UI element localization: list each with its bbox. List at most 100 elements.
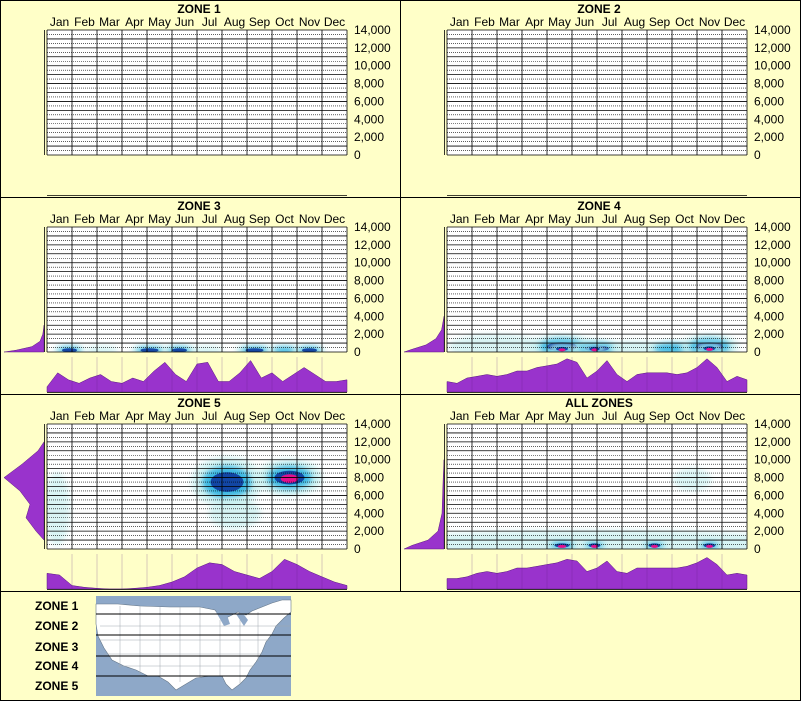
y-tick-label: 0 bbox=[754, 542, 761, 556]
y-tick-label: 14,000 bbox=[754, 220, 791, 234]
month-label: Oct bbox=[275, 15, 294, 29]
y-tick-label: 10,000 bbox=[354, 59, 391, 73]
y-tick-label: 14,000 bbox=[354, 220, 391, 234]
month-label: May bbox=[148, 15, 171, 29]
month-label: Oct bbox=[275, 212, 294, 226]
y-tick-label: 12,000 bbox=[354, 435, 391, 449]
y-tick-label: 12,000 bbox=[754, 41, 791, 55]
month-label: Apr bbox=[125, 409, 144, 423]
month-label: Jun bbox=[575, 409, 594, 423]
month-label: Feb bbox=[74, 409, 95, 423]
month-label: Sep bbox=[649, 15, 671, 29]
chart-title: ALL ZONES bbox=[565, 396, 633, 410]
month-label: Sep bbox=[649, 409, 671, 423]
month-label: Feb bbox=[474, 409, 495, 423]
month-label: Jan bbox=[450, 212, 469, 226]
y-tick-label: 2,000 bbox=[354, 327, 384, 341]
month-label: Jan bbox=[450, 409, 469, 423]
month-label: Nov bbox=[299, 15, 320, 29]
density-peak bbox=[280, 474, 299, 483]
month-label: Apr bbox=[125, 15, 144, 29]
y-tick-label: 12,000 bbox=[354, 41, 391, 55]
month-label: Mar bbox=[499, 212, 520, 226]
y-tick-label: 4,000 bbox=[354, 506, 384, 520]
y-tick-label: 12,000 bbox=[354, 238, 391, 252]
density-peak bbox=[706, 544, 713, 548]
month-label: Jan bbox=[50, 15, 69, 29]
month-label: Jun bbox=[175, 212, 194, 226]
y-tick-label: 8,000 bbox=[354, 77, 384, 91]
month-label: Dec bbox=[724, 15, 745, 29]
month-label: Nov bbox=[299, 409, 320, 423]
month-label: Apr bbox=[525, 409, 544, 423]
y-tick-label: 6,000 bbox=[354, 488, 384, 502]
month-label: Nov bbox=[699, 15, 720, 29]
month-label: Apr bbox=[125, 212, 144, 226]
y-tick-label: 8,000 bbox=[754, 471, 784, 485]
legend-zone-4: ZONE 4 bbox=[35, 659, 79, 673]
density-peak bbox=[706, 347, 713, 351]
month-label: Jun bbox=[575, 15, 594, 29]
month-label: Sep bbox=[249, 409, 271, 423]
month-label: Jun bbox=[175, 409, 194, 423]
y-tick-label: 6,000 bbox=[754, 291, 784, 305]
y-tick-label: 12,000 bbox=[754, 238, 791, 252]
month-label: Dec bbox=[324, 15, 345, 29]
density-peak bbox=[557, 544, 567, 548]
month-label: Dec bbox=[724, 409, 745, 423]
chart-title: ZONE 1 bbox=[177, 2, 221, 16]
y-tick-label: 4,000 bbox=[354, 112, 384, 126]
chart-title: ZONE 5 bbox=[177, 396, 221, 410]
y-tick-label: 6,000 bbox=[754, 488, 784, 502]
y-tick-label: 14,000 bbox=[354, 417, 391, 431]
month-label: Jul bbox=[202, 15, 217, 29]
y-tick-label: 10,000 bbox=[754, 453, 791, 467]
month-label: Jun bbox=[575, 212, 594, 226]
month-label: Apr bbox=[525, 212, 544, 226]
zone-legend: ZONE 1 ZONE 2 ZONE 3 ZONE 4 ZONE 5 bbox=[35, 596, 292, 696]
month-label: Sep bbox=[249, 15, 271, 29]
month-label: Aug bbox=[224, 212, 245, 226]
month-label: Feb bbox=[474, 212, 495, 226]
y-tick-label: 2,000 bbox=[754, 327, 784, 341]
density-peak bbox=[558, 348, 566, 352]
y-tick-label: 2,000 bbox=[354, 524, 384, 538]
month-label: Aug bbox=[624, 15, 645, 29]
y-tick-label: 8,000 bbox=[754, 77, 784, 91]
density-peak bbox=[651, 544, 658, 548]
month-label: May bbox=[148, 409, 171, 423]
month-label: Jan bbox=[50, 409, 69, 423]
month-label: Jan bbox=[50, 212, 69, 226]
month-label: Nov bbox=[699, 212, 720, 226]
month-label: Aug bbox=[624, 212, 645, 226]
month-label: Dec bbox=[724, 212, 745, 226]
y-tick-label: 4,000 bbox=[754, 506, 784, 520]
month-label: Feb bbox=[474, 15, 495, 29]
y-tick-label: 10,000 bbox=[354, 256, 391, 270]
month-label: Oct bbox=[675, 15, 694, 29]
y-tick-label: 0 bbox=[754, 345, 761, 359]
zone-charts-canvas: ZONE 1 Jan Feb Mar Apr May Jun Jul Aug Sep Oct Nov D… bbox=[0, 0, 801, 701]
month-label: Jul bbox=[602, 409, 617, 423]
chart-title: ZONE 2 bbox=[577, 2, 621, 16]
chart-title: ZONE 3 bbox=[177, 199, 221, 213]
y-tick-label: 0 bbox=[754, 148, 761, 162]
legend-zone-3: ZONE 3 bbox=[35, 640, 79, 654]
y-tick-label: 8,000 bbox=[754, 274, 784, 288]
y-tick-label: 10,000 bbox=[754, 59, 791, 73]
y-tick-label: 2,000 bbox=[754, 130, 784, 144]
y-tick-label: 8,000 bbox=[354, 274, 384, 288]
month-label: Oct bbox=[675, 212, 694, 226]
month-label: Mar bbox=[99, 212, 120, 226]
legend-zone-5: ZONE 5 bbox=[35, 679, 79, 693]
month-label: Jun bbox=[175, 15, 194, 29]
month-label: Oct bbox=[675, 409, 694, 423]
y-tick-label: 6,000 bbox=[354, 291, 384, 305]
month-label: Aug bbox=[224, 15, 245, 29]
y-tick-label: 0 bbox=[354, 148, 361, 162]
y-tick-label: 10,000 bbox=[754, 256, 791, 270]
month-label: Oct bbox=[275, 409, 294, 423]
month-label: Jul bbox=[602, 212, 617, 226]
month-label: May bbox=[548, 212, 571, 226]
month-label: Jul bbox=[202, 409, 217, 423]
